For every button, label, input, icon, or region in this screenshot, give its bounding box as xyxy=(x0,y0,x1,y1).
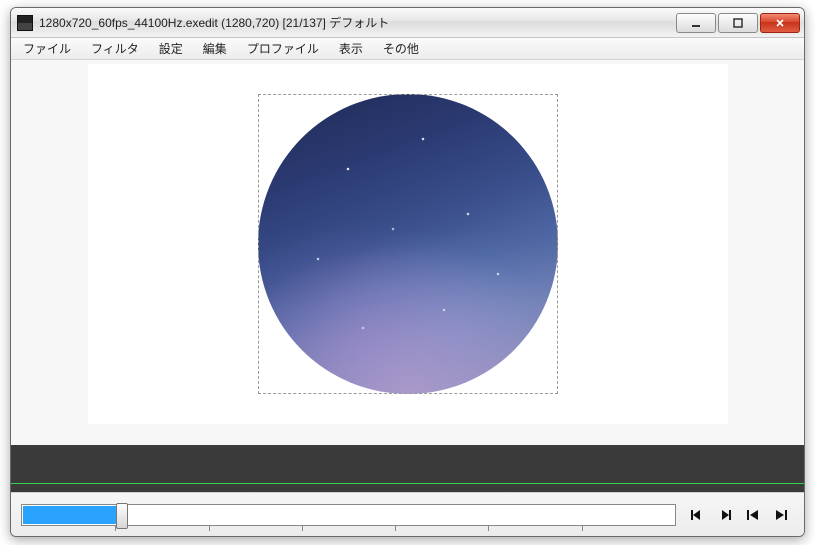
preview-area xyxy=(11,60,804,445)
menu-bar: ファイル フィルタ 設定 編集 プロファイル 表示 その他 xyxy=(11,38,804,60)
transport-buttons xyxy=(684,504,794,526)
step-forward-button[interactable] xyxy=(712,504,738,526)
audio-waveform-strip[interactable] xyxy=(11,445,804,492)
step-back-button[interactable] xyxy=(684,504,710,526)
maximize-button[interactable] xyxy=(718,13,758,33)
window-title: 1280x720_60fps_44100Hz.exedit (1280,720)… xyxy=(39,14,676,31)
menu-filter[interactable]: フィルタ xyxy=(81,38,149,59)
menu-edit[interactable]: 編集 xyxy=(193,38,237,59)
step-forward-icon xyxy=(717,508,733,522)
menu-other[interactable]: その他 xyxy=(373,38,429,59)
window-controls xyxy=(676,13,800,33)
seek-fill xyxy=(23,506,123,524)
close-icon xyxy=(774,17,786,29)
preview-canvas[interactable] xyxy=(88,64,728,424)
seek-ticks xyxy=(22,526,675,531)
menu-profile[interactable]: プロファイル xyxy=(237,38,329,59)
app-window: 1280x720_60fps_44100Hz.exedit (1280,720)… xyxy=(10,7,805,537)
transport-controls xyxy=(11,492,804,536)
app-icon xyxy=(17,15,33,31)
step-back-icon xyxy=(689,508,705,522)
close-button[interactable] xyxy=(760,13,800,33)
minimize-button[interactable] xyxy=(676,13,716,33)
go-start-icon xyxy=(745,508,761,522)
go-end-icon xyxy=(773,508,789,522)
maximize-icon xyxy=(732,17,744,29)
menu-view[interactable]: 表示 xyxy=(329,38,373,59)
seek-bar[interactable] xyxy=(21,504,676,526)
title-bar[interactable]: 1280x720_60fps_44100Hz.exedit (1280,720)… xyxy=(11,8,804,38)
go-start-button[interactable] xyxy=(740,504,766,526)
menu-file[interactable]: ファイル xyxy=(13,38,81,59)
go-end-button[interactable] xyxy=(768,504,794,526)
minimize-icon xyxy=(690,17,702,29)
selection-bounds[interactable] xyxy=(258,94,558,394)
menu-settings[interactable]: 設定 xyxy=(149,38,193,59)
